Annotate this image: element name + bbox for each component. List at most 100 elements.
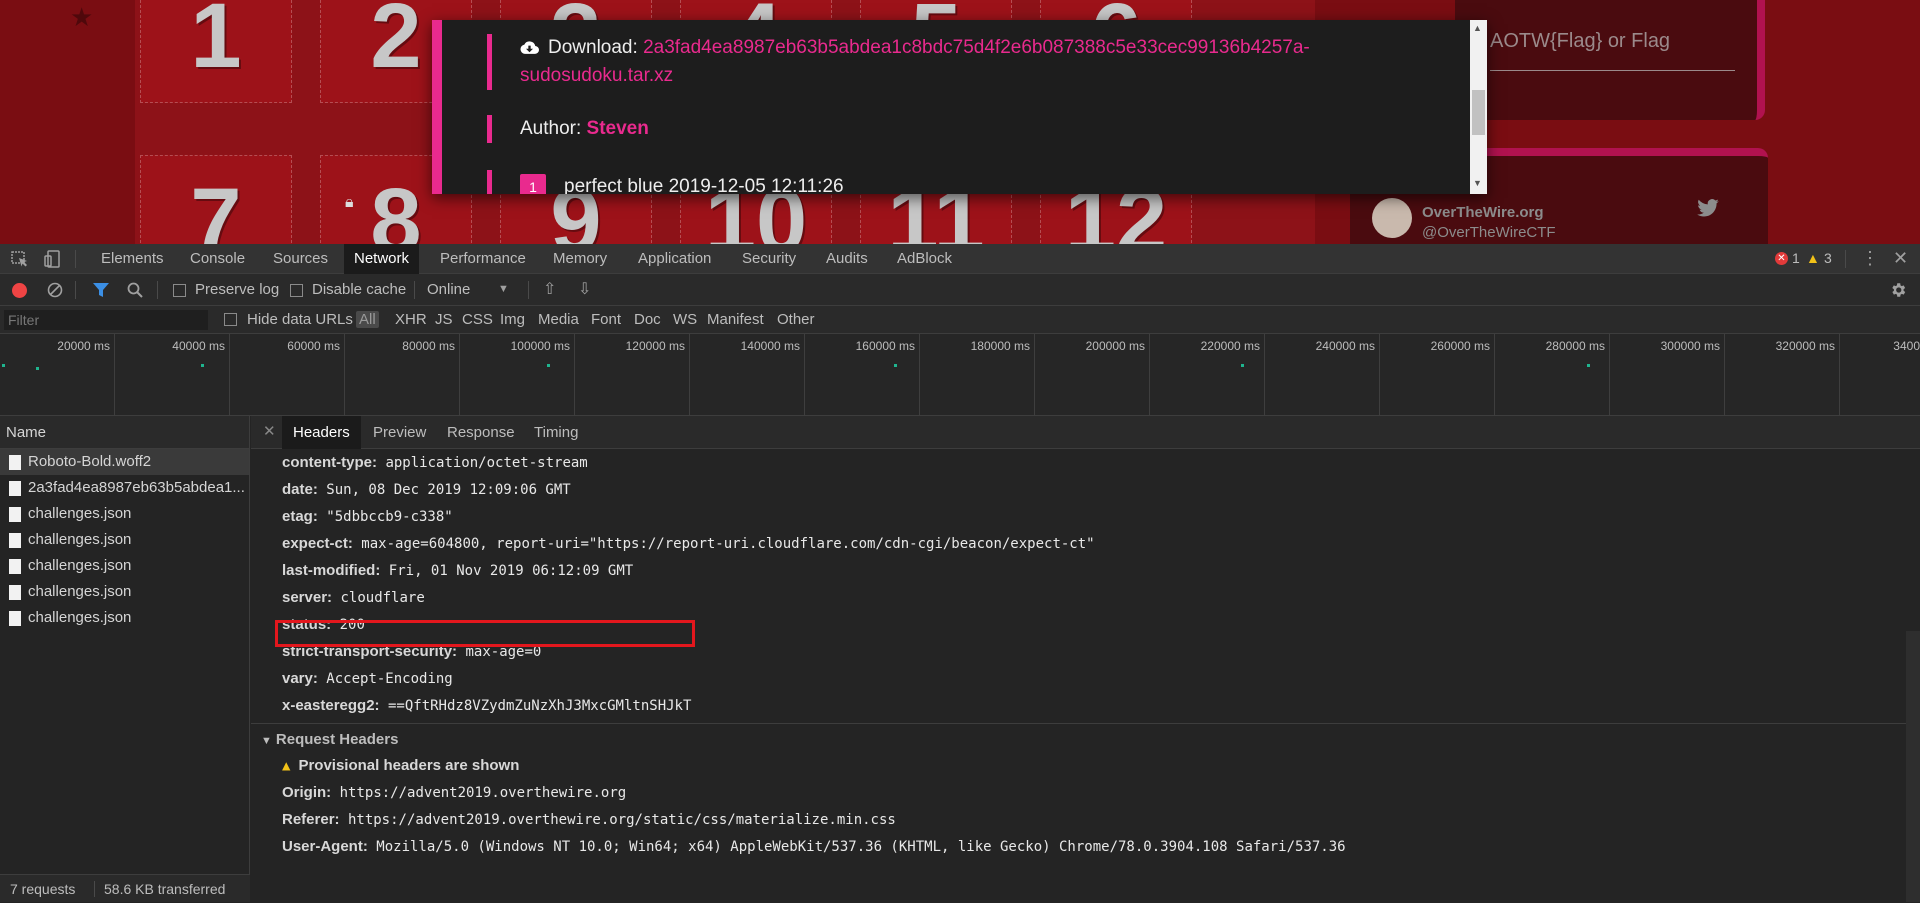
tab-application[interactable]: Application: [628, 244, 721, 274]
tab-sources[interactable]: Sources: [263, 244, 338, 274]
type-font[interactable]: Font: [591, 311, 621, 328]
preserve-log-label[interactable]: Preserve log: [195, 281, 279, 298]
inspect-icon[interactable]: [11, 251, 29, 268]
timeline-request-dot: [894, 364, 897, 367]
type-xhr[interactable]: XHR: [395, 311, 427, 328]
export-har-icon[interactable]: ⇩: [578, 279, 591, 299]
search-icon[interactable]: [127, 282, 143, 298]
close-icon[interactable]: ✕: [263, 422, 276, 440]
record-button[interactable]: [12, 283, 27, 298]
close-devtools-icon[interactable]: ✕: [1893, 248, 1908, 269]
disable-cache-checkbox[interactable]: [290, 284, 303, 297]
lock-icon: 🔒︎: [345, 194, 354, 211]
clear-icon[interactable]: [47, 282, 63, 298]
request-row[interactable]: 2a3fad4ea8987eb63b5abdea1...: [0, 475, 249, 501]
hide-data-urls-label[interactable]: Hide data URLs: [247, 311, 353, 328]
file-icon: [9, 559, 21, 574]
details-scrollbar[interactable]: [1906, 631, 1920, 902]
tab-elements[interactable]: Elements: [91, 244, 174, 274]
tab-preview[interactable]: Preview: [362, 416, 437, 449]
twitter-bird-icon[interactable]: [1697, 199, 1719, 217]
type-manifest[interactable]: Manifest: [707, 311, 764, 328]
file-icon: [9, 507, 21, 522]
download-link[interactable]: 2a3fad4ea8987eb63b5abdea1c8bdc75d4f2e6b0…: [643, 37, 1310, 58]
grid-line: [1379, 334, 1380, 416]
grid-line: [804, 334, 805, 416]
response-header-row: expect-ct: max-age=604800, report-uri="h…: [282, 535, 1095, 552]
type-other[interactable]: Other: [777, 311, 815, 328]
highlight-box: [275, 620, 695, 647]
device-toolbar-icon[interactable]: [44, 250, 60, 268]
flag-input-placeholder[interactable]: AOTW{Flag} or Flag: [1490, 30, 1670, 53]
grid-line: [919, 334, 920, 416]
warning-count[interactable]: 3: [1824, 250, 1832, 266]
request-row[interactable]: challenges.json: [0, 527, 249, 553]
more-options-icon[interactable]: ⋮: [1861, 248, 1879, 269]
scroll-thumb[interactable]: [1472, 90, 1485, 135]
challenge-modal: Download: 2a3fad4ea8987eb63b5abdea1c8bdc…: [432, 20, 1487, 194]
rank-badge: 1: [520, 173, 546, 194]
timeline-overview[interactable]: 20000 ms 40000 ms 60000 ms 80000 ms 1000…: [0, 334, 1920, 416]
tab-performance[interactable]: Performance: [430, 244, 536, 274]
filter-input[interactable]: [4, 310, 208, 330]
throttle-select[interactable]: Online: [427, 281, 470, 298]
chevron-down-icon[interactable]: ▼: [498, 283, 509, 295]
request-row[interactable]: challenges.json: [0, 553, 249, 579]
request-row[interactable]: challenges.json: [0, 501, 249, 527]
network-toolbar: Preserve log Disable cache Online ▼ ⇧ ⇩: [0, 274, 1920, 306]
type-js[interactable]: JS: [435, 311, 453, 328]
gear-icon[interactable]: [1889, 281, 1907, 299]
request-row[interactable]: challenges.json: [0, 605, 249, 631]
grid-line: [574, 334, 575, 416]
tab-timing[interactable]: Timing: [523, 416, 589, 449]
author-name[interactable]: Steven: [587, 118, 649, 139]
grid-line: [344, 334, 345, 416]
error-icon[interactable]: ✕: [1775, 252, 1788, 265]
filter-icon[interactable]: [93, 283, 109, 297]
modal-scrollbar[interactable]: ▲ ▼: [1470, 20, 1487, 194]
file-icon: [9, 611, 21, 626]
request-row[interactable]: challenges.json: [0, 579, 249, 605]
file-icon: [9, 585, 21, 600]
timeline-request-dot: [201, 364, 204, 367]
tab-memory[interactable]: Memory: [543, 244, 617, 274]
type-all[interactable]: All: [356, 311, 379, 328]
timeline-label: 140000 ms: [740, 339, 800, 353]
preserve-log-checkbox[interactable]: [173, 284, 186, 297]
twitter-handle[interactable]: @OverTheWireCTF: [1422, 224, 1556, 241]
hide-data-urls-checkbox[interactable]: [224, 313, 237, 326]
tab-security[interactable]: Security: [732, 244, 806, 274]
disable-cache-label[interactable]: Disable cache: [312, 281, 406, 298]
tab-response[interactable]: Response: [436, 416, 526, 449]
type-ws[interactable]: WS: [673, 311, 697, 328]
grid-line: [1034, 334, 1035, 416]
scroll-down-icon[interactable]: ▼: [1473, 178, 1482, 188]
day-tile-7[interactable]: 7: [140, 155, 292, 244]
section-divider: [251, 723, 1920, 724]
tab-console[interactable]: Console: [180, 244, 255, 274]
devtools-panel: Elements Console Sources Network Perform…: [0, 244, 1920, 902]
warning-icon[interactable]: ▲: [1806, 250, 1820, 266]
tab-headers[interactable]: Headers: [282, 416, 361, 449]
request-headers-section[interactable]: ▼ Request Headers: [261, 731, 398, 748]
scroll-up-icon[interactable]: ▲: [1473, 23, 1482, 33]
filter-bar: Hide data URLs All XHR JS CSS Img Media …: [0, 306, 1920, 334]
cloud-download-icon: [520, 41, 539, 54]
download-link-cont[interactable]: sudosudoku.tar.xz: [520, 65, 673, 86]
day-tile-1[interactable]: ✓1: [140, 0, 292, 103]
import-har-icon[interactable]: ⇧: [543, 279, 556, 299]
error-count[interactable]: 1: [1792, 250, 1800, 266]
twitter-name[interactable]: OverTheWire.org: [1422, 204, 1544, 221]
tab-audits[interactable]: Audits: [816, 244, 878, 274]
timeline-label: 300000 ms: [1660, 339, 1720, 353]
avatar[interactable]: [1372, 198, 1412, 238]
request-row[interactable]: Roboto-Bold.woff2: [0, 449, 249, 475]
tab-adblock[interactable]: AdBlock: [887, 244, 962, 274]
type-doc[interactable]: Doc: [634, 311, 661, 328]
type-css[interactable]: CSS: [462, 311, 493, 328]
name-column-header[interactable]: Name: [0, 416, 249, 449]
request-header-row: Referer: https://advent2019.overthewire.…: [282, 811, 896, 828]
type-img[interactable]: Img: [500, 311, 525, 328]
type-media[interactable]: Media: [538, 311, 579, 328]
tab-network[interactable]: Network: [344, 244, 420, 274]
